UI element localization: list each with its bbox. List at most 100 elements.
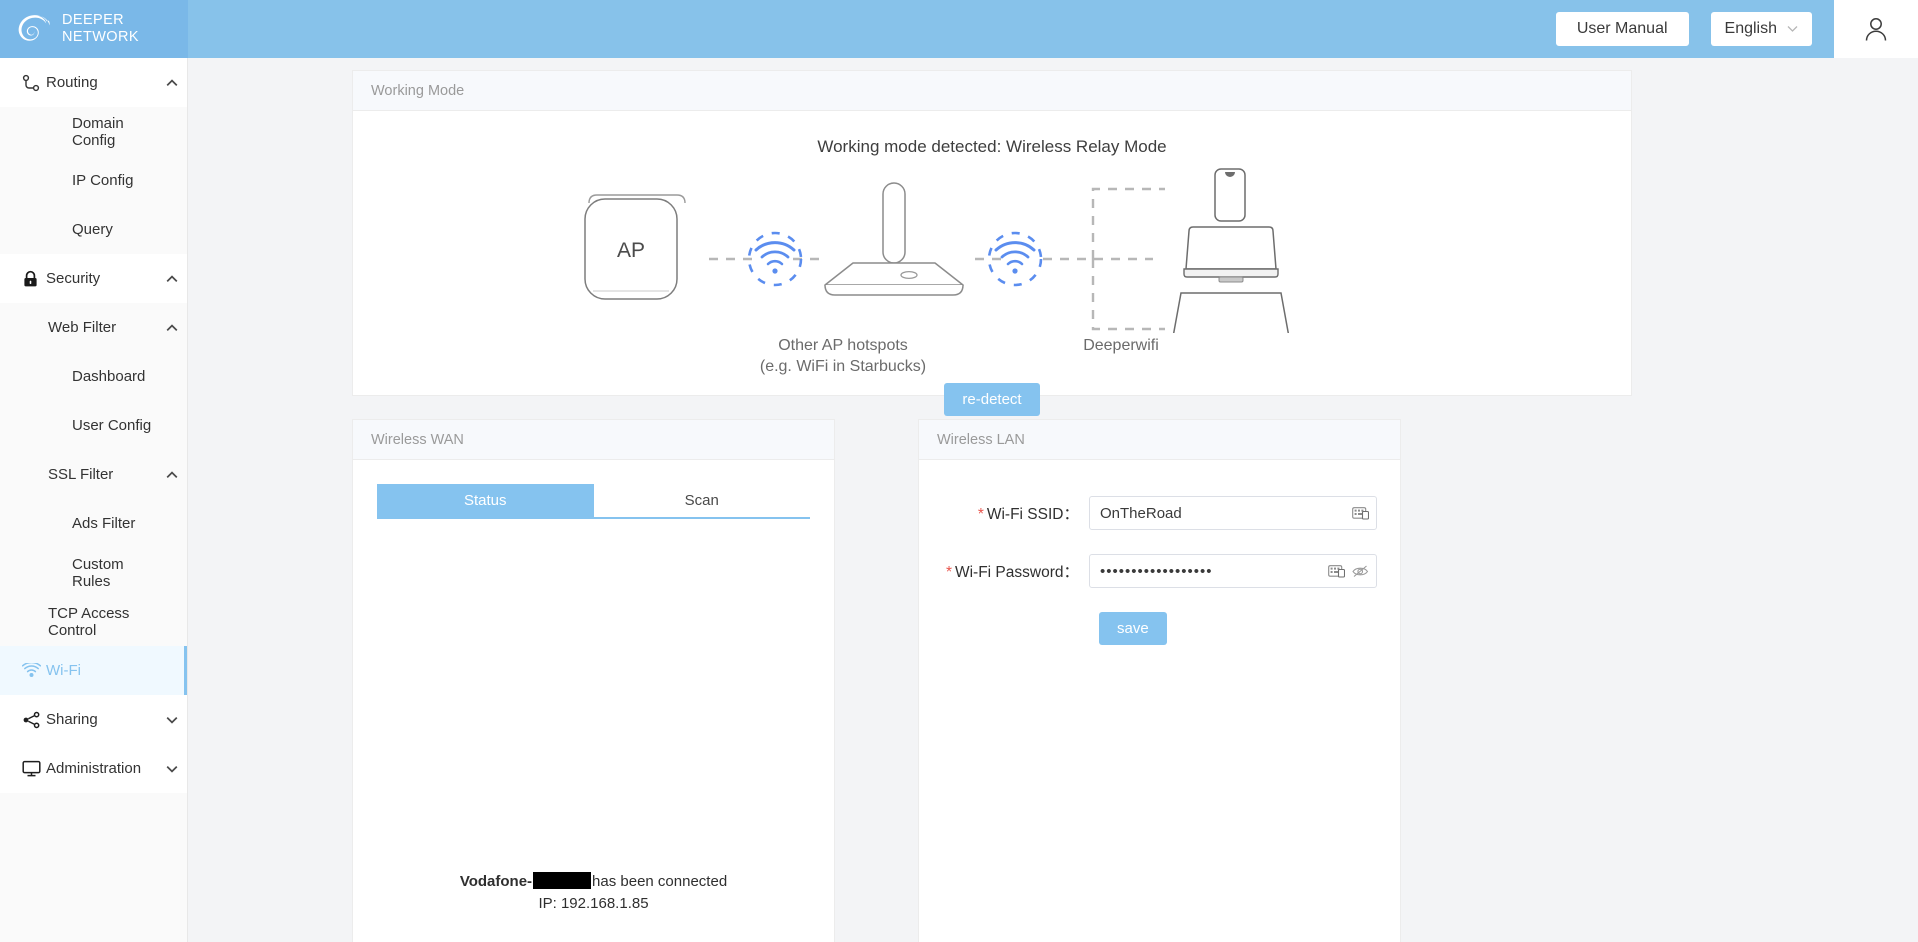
sidebar-item-label: Dashboard xyxy=(72,368,146,385)
wan-connection-status: Vodafone-has been connected IP: 192.168.… xyxy=(353,872,834,912)
sidebar-item-label: Sharing xyxy=(46,711,98,728)
sidebar-item-tcp-access-control[interactable]: TCP Access Control xyxy=(0,597,187,646)
sidebar-item-label: Wi-Fi xyxy=(46,662,81,679)
sidebar-item-administration[interactable]: Administration xyxy=(0,744,187,793)
ssid-label-text: Wi-Fi SSID： xyxy=(986,506,1079,523)
deeper-spiral-logo xyxy=(14,9,54,49)
wireless-lan-form: * Wi-Fi SSID： OnTheRoad * Wi-Fi Password… xyxy=(919,460,1400,645)
ssid-control xyxy=(1089,496,1377,530)
deeper-device-icon xyxy=(824,182,964,296)
chevron-up-icon[interactable] xyxy=(157,468,187,482)
keyboard-icon[interactable] xyxy=(1328,564,1345,578)
working-mode-panel: Working Mode Working mode detected: Wire… xyxy=(352,70,1632,416)
wan-tabs[interactable]: Status Scan xyxy=(377,484,810,519)
route-icon xyxy=(22,74,46,92)
monitor-icon xyxy=(1183,226,1279,283)
branch-down xyxy=(1091,259,1165,331)
ap-caption-line-1: Other AP hotspots xyxy=(778,337,908,354)
sidebar-item-label: Security xyxy=(46,270,101,287)
sidebar-item-routing[interactable]: Routing xyxy=(0,58,187,107)
user-account-icon xyxy=(1865,18,1887,41)
detected-mode-text: Working mode detected: Wireless Relay Mo… xyxy=(817,137,1167,156)
brand-text: DEEPER NETWORK xyxy=(62,12,139,46)
keyboard-icon[interactable] xyxy=(1352,506,1369,520)
sidebar-item-custom-rules[interactable]: Custom Rules xyxy=(0,548,187,597)
chevron-up-icon[interactable] xyxy=(157,76,187,90)
sidebar-item-ssl-filter[interactable]: SSL Filter xyxy=(0,450,187,499)
top-header: User Manual English xyxy=(0,0,1918,58)
save-button[interactable]: save xyxy=(1099,612,1167,645)
ap-caption: Other AP hotspots (e.g. WiFi in Starbuck… xyxy=(703,335,983,377)
connected-status-suffix: has been connected xyxy=(592,873,728,890)
brand-line-2: NETWORK xyxy=(62,29,139,45)
chevron-up-icon[interactable] xyxy=(157,272,187,286)
main-content: Working Mode Working mode detected: Wire… xyxy=(188,58,1918,942)
chevron-up-icon[interactable] xyxy=(157,321,187,335)
sidebar-item-ip-config[interactable]: IP Config xyxy=(0,156,187,205)
password-control xyxy=(1089,554,1377,588)
sidebar-item-label: Web Filter xyxy=(48,319,117,336)
sidebar-item-dashboard[interactable]: Dashboard xyxy=(0,352,187,401)
sidebar-item-sharing[interactable]: Sharing xyxy=(0,695,187,744)
share-icon xyxy=(22,711,46,729)
password-row: * Wi-Fi Password： xyxy=(919,554,1400,588)
wifi-icon xyxy=(22,663,46,678)
svg-text:AP: AP xyxy=(617,239,645,262)
laptop-icon xyxy=(1172,292,1290,333)
tab-scan[interactable]: Scan xyxy=(594,484,811,517)
ap-caption-line-2: (e.g. WiFi in Starbucks) xyxy=(759,358,927,375)
sidebar-item-domain-config[interactable]: Domain Config xyxy=(0,107,187,156)
language-value: English xyxy=(1724,20,1777,37)
account-button[interactable] xyxy=(1834,0,1918,58)
re-detect-button[interactable]: re-detect xyxy=(944,383,1040,416)
branch-up xyxy=(1091,187,1165,259)
required-marker: * xyxy=(945,564,952,581)
password-label: * Wi-Fi Password： xyxy=(919,560,1089,582)
ap-device-icon: AP xyxy=(584,194,686,300)
brand-logo[interactable]: DEEPER NETWORK xyxy=(0,0,188,58)
brand-line-1: DEEPER xyxy=(62,12,125,28)
sidebar-item-wi-fi[interactable]: Wi-Fi xyxy=(0,646,187,695)
sidebar-item-label: Query xyxy=(72,221,113,238)
monitor-icon xyxy=(22,760,46,777)
deeper-caption: Deeperwifi xyxy=(1083,337,1159,354)
redacted-ssid-block xyxy=(533,872,592,889)
eye-off-icon[interactable] xyxy=(1352,565,1369,578)
wireless-wan-title: Wireless WAN xyxy=(353,420,834,460)
password-label-text: Wi-Fi Password： xyxy=(954,564,1079,581)
sidebar-item-query[interactable]: Query xyxy=(0,205,187,254)
ssid-label: * Wi-Fi SSID： xyxy=(919,502,1089,524)
language-selector[interactable]: English xyxy=(1710,12,1812,46)
sidebar-item-web-filter[interactable]: Web Filter xyxy=(0,303,187,352)
header-actions: User Manual English xyxy=(1555,0,1918,58)
user-manual-button[interactable]: User Manual xyxy=(1555,12,1689,46)
save-row: save xyxy=(919,612,1400,645)
sidebar-item-label: Routing xyxy=(46,74,98,91)
chevron-down-icon[interactable] xyxy=(157,713,187,727)
sidebar-item-label: Custom Rules xyxy=(72,555,124,590)
required-marker: * xyxy=(977,506,984,523)
sidebar-item-ads-filter[interactable]: Ads Filter xyxy=(0,499,187,548)
redetect-row: re-detect xyxy=(353,383,1631,416)
sidebar-item-security[interactable]: Security xyxy=(0,254,187,303)
sidebar-item-label: User Config xyxy=(72,417,152,434)
sidebar-nav[interactable]: Routing Domain Config IP Config Query Securi… xyxy=(0,58,188,942)
connected-ssid-prefix: Vodafone- xyxy=(459,873,533,890)
topology-diagram: AP xyxy=(353,163,1631,333)
working-mode-body: Working mode detected: Wireless Relay Mo… xyxy=(353,111,1631,416)
sidebar-item-label: Domain Config xyxy=(72,114,124,149)
working-mode-title: Working Mode xyxy=(353,71,1631,111)
tab-status[interactable]: Status xyxy=(377,484,594,517)
lock-icon xyxy=(22,270,46,288)
wireless-wan-panel: Wireless WAN Status Scan Vodafone-has be… xyxy=(352,419,835,942)
ssid-input[interactable] xyxy=(1089,496,1377,530)
router-admin-page: User Manual English DEEPER NETWORK Routi… xyxy=(0,0,1918,942)
sidebar-item-label: Administration xyxy=(46,760,142,777)
phone-icon xyxy=(1214,168,1246,222)
wireless-lan-title: Wireless LAN xyxy=(919,420,1400,460)
chevron-down-icon[interactable] xyxy=(157,762,187,776)
wan-ip-address: IP: 192.168.1.85 xyxy=(538,895,649,912)
sidebar-item-user-config[interactable]: User Config xyxy=(0,401,187,450)
ssid-row: * Wi-Fi SSID： xyxy=(919,496,1400,530)
sidebar-item-label: IP Config xyxy=(72,172,134,189)
